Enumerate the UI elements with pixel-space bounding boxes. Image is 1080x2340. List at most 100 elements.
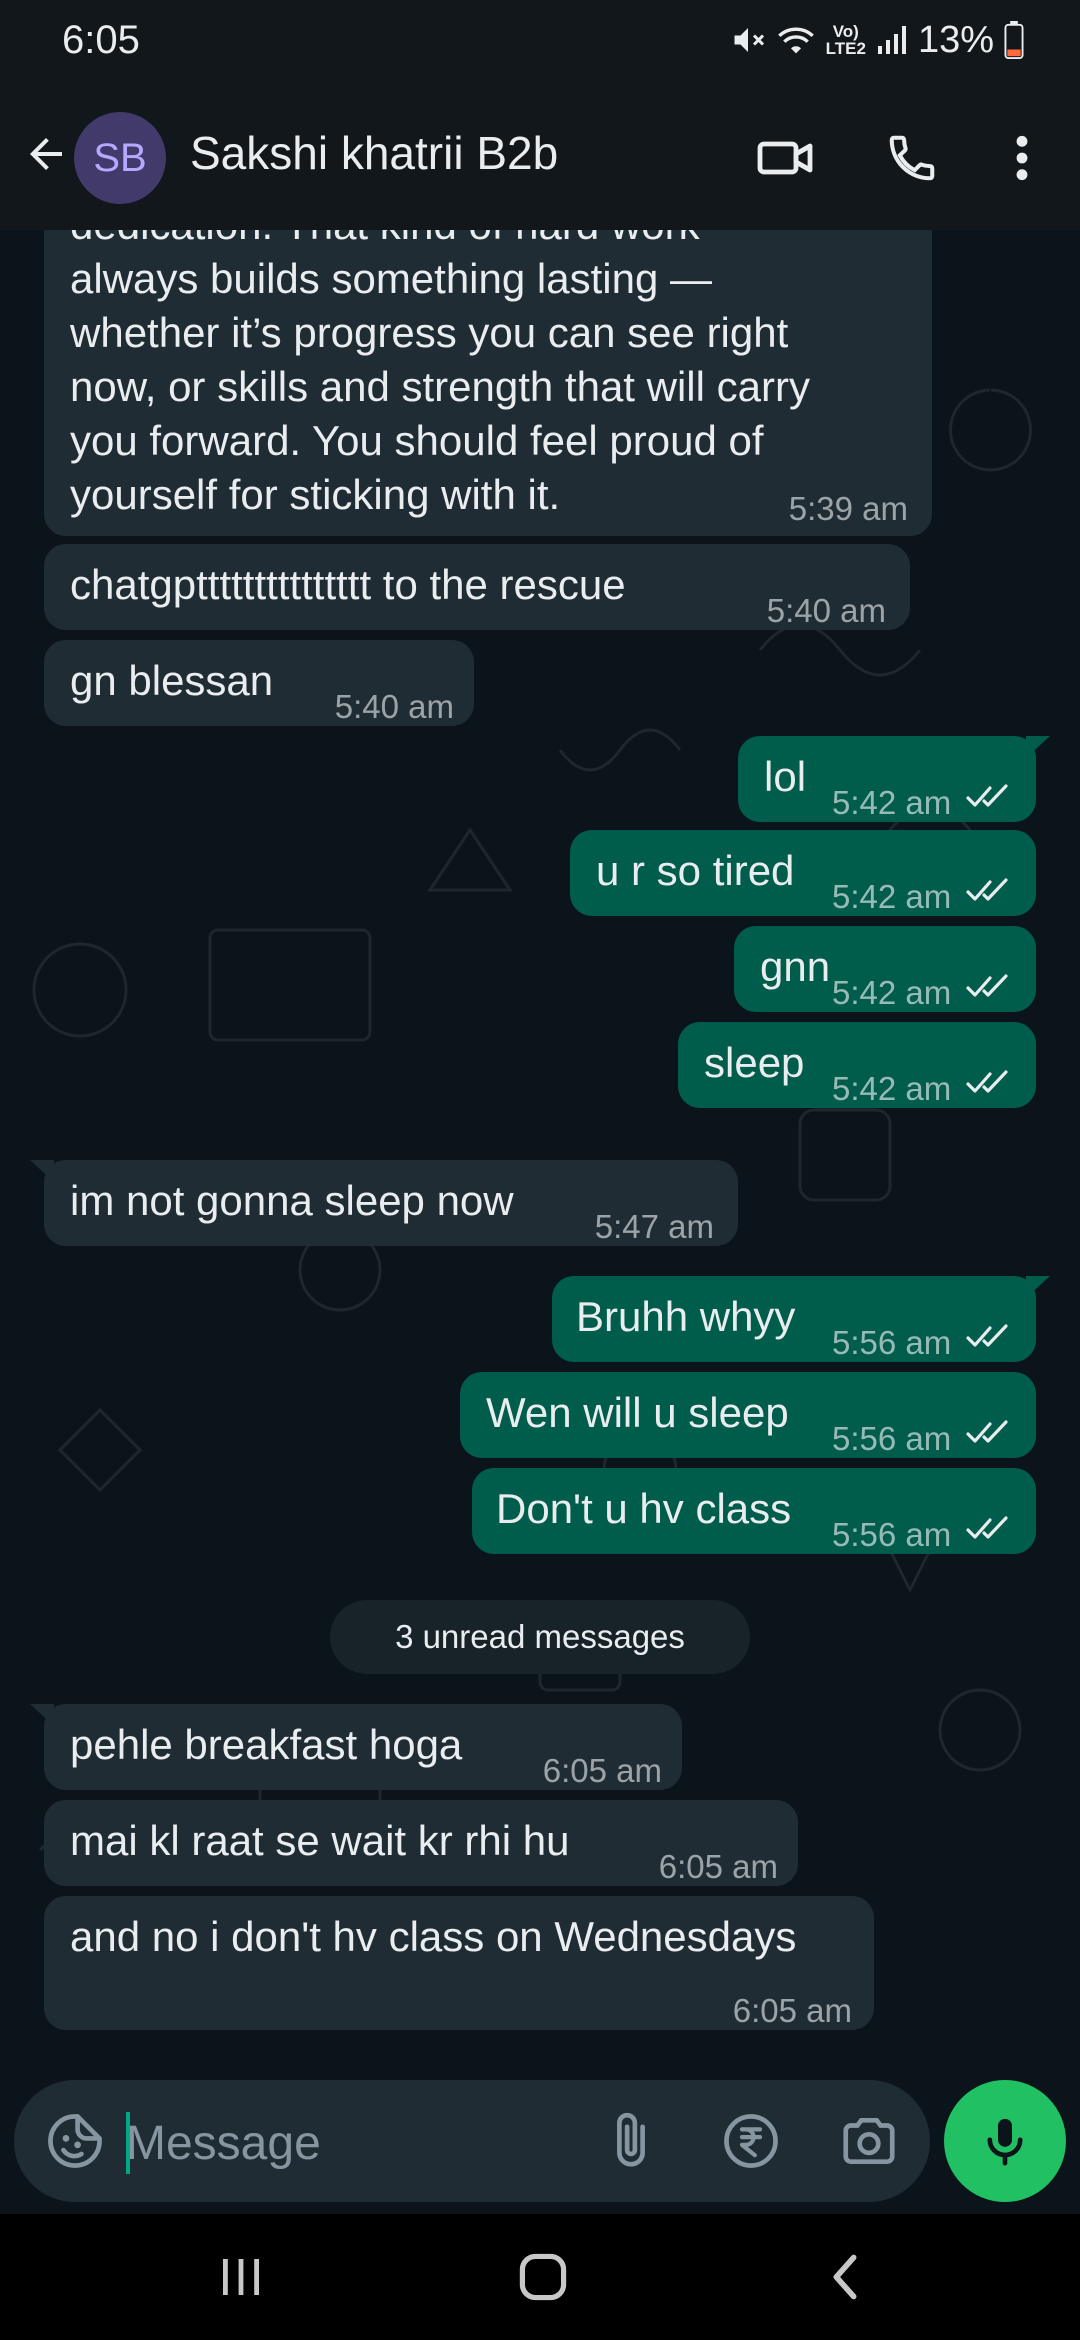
message-text: Don't u hv class [496, 1485, 792, 1532]
more-options-button[interactable] [986, 122, 1058, 194]
camera-icon [843, 2118, 895, 2164]
message-time: 6:05 am [732, 1992, 852, 2029]
message-input[interactable]: Message [126, 2116, 321, 2171]
status-time: 6:05 [62, 18, 140, 62]
bubble-tail [30, 1160, 54, 1182]
mute-icon [734, 28, 764, 52]
message-outgoing[interactable]: u r so tired 5:42 am [570, 830, 1036, 916]
emoji-button[interactable] [44, 2110, 106, 2172]
recent-apps-button[interactable] [196, 2242, 286, 2312]
more-options-icon [1016, 135, 1028, 181]
home-button[interactable] [498, 2242, 588, 2312]
message-incoming[interactable]: chatgpttttttttttttttt to the rescue 5:40… [44, 544, 910, 630]
message-time: 5:40 am [334, 688, 454, 725]
message-text: lol [764, 753, 807, 800]
voice-call-button[interactable] [876, 122, 948, 194]
message-incoming[interactable]: and no i don't hv class on Wednesdays 6:… [44, 1896, 874, 2030]
message-text: gnn [760, 943, 831, 990]
message-text: chatgpttttttttttttttt to the rescue [70, 561, 626, 608]
message-text: mai kl raat se wait kr rhi hu [70, 1817, 570, 1864]
message-time: 5:39 am [788, 490, 908, 527]
message-text-line: yourself for sticking with it. [70, 471, 561, 518]
message-incoming[interactable]: im not gonna sleep now 5:47 am [30, 1160, 738, 1246]
message-time: 5:42 am [832, 878, 952, 915]
home-icon [519, 2253, 567, 2301]
unread-messages-divider: 3 unread messages [330, 1600, 750, 1674]
wifi-icon [777, 27, 814, 54]
whatsapp-chat-screen: 6:05 Vo) LTE2 13% SB Sakshi khatrii B2b … [0, 0, 1080, 2340]
network-type-label: Vo) LTE2 [825, 22, 866, 58]
message-time: 5:56 am [832, 1516, 952, 1553]
emoji-sticker-icon [48, 2114, 102, 2168]
message-text: Wen will u sleep [486, 1389, 789, 1436]
read-receipt-icon [966, 878, 1008, 901]
battery-icon [1004, 21, 1024, 59]
message-outgoing[interactable]: lol 5:42 am [738, 736, 1050, 822]
message-composer: Message [14, 2080, 930, 2202]
contact-avatar[interactable]: SB [74, 112, 166, 204]
signal-icon [877, 26, 906, 54]
message-text: pehle breakfast hoga [70, 1721, 463, 1768]
message-outgoing[interactable]: gnn 5:42 am [734, 926, 1036, 1012]
rupee-payment-icon [724, 2114, 778, 2168]
message-time: 6:05 am [658, 1848, 778, 1885]
back-nav-button[interactable] [800, 2242, 890, 2312]
recent-apps-icon [223, 2259, 259, 2295]
camera-button[interactable] [838, 2110, 900, 2172]
message-incoming[interactable]: mai kl raat se wait kr rhi hu 6:05 am [44, 1800, 798, 1886]
message-outgoing[interactable]: Wen will u sleep 5:56 am [460, 1372, 1036, 1458]
message-time: 5:40 am [766, 592, 886, 629]
read-receipt-icon [966, 1070, 1008, 1093]
message-text-line: always builds something lasting — [70, 255, 712, 302]
mic-icon [987, 2118, 1023, 2166]
chat-header: SB Sakshi khatrii B2b [0, 78, 1080, 230]
battery-percent: 13% [917, 18, 994, 61]
video-call-button[interactable] [750, 122, 822, 194]
message-outgoing[interactable]: Don't u hv class 5:56 am [472, 1468, 1036, 1554]
bubble-tail [30, 1704, 54, 1726]
voice-call-icon [889, 135, 935, 181]
bubble-tail [1026, 736, 1050, 758]
read-receipt-icon [966, 974, 1008, 997]
message-time: 5:47 am [594, 1208, 714, 1245]
back-chevron-icon [833, 2254, 857, 2300]
message-text-line: now, or skills and strength that will ca… [70, 363, 810, 410]
message-incoming[interactable]: pehle breakfast hoga 6:05 am [30, 1704, 682, 1790]
message-outgoing[interactable]: Bruhh whyy 5:56 am [552, 1276, 1050, 1362]
back-arrow-icon [30, 138, 62, 170]
message-text: gn blessan [70, 657, 274, 704]
read-receipt-icon [966, 784, 1008, 807]
attach-icon [617, 2112, 645, 2167]
message-outgoing[interactable]: sleep 5:42 am [678, 1022, 1036, 1108]
video-call-icon [757, 141, 813, 175]
message-text: and no i don't hv class on Wednesdays [70, 1913, 797, 1960]
contact-name[interactable]: Sakshi khatrii B2b [190, 126, 558, 180]
read-receipt-icon [966, 1420, 1008, 1443]
voice-message-button[interactable] [944, 2080, 1066, 2202]
message-text-line: whether it’s progress you can see right [70, 309, 789, 356]
message-time: 5:42 am [832, 974, 952, 1011]
message-text: im not gonna sleep now [70, 1177, 514, 1224]
attach-button[interactable] [600, 2110, 662, 2172]
message-incoming[interactable]: gn blessan 5:40 am [44, 640, 474, 726]
message-time: 5:42 am [832, 1070, 952, 1107]
message-incoming[interactable]: dedication. That kind of hard work alway… [44, 230, 932, 536]
message-time: 6:05 am [542, 1752, 662, 1789]
message-text: u r so tired [596, 847, 795, 894]
bubble-tail [1026, 1276, 1050, 1298]
message-time: 5:56 am [832, 1420, 952, 1457]
message-time: 5:56 am [832, 1324, 952, 1361]
message-time: 5:42 am [832, 784, 952, 821]
message-text: Bruhh whyy [576, 1293, 796, 1340]
message-text-line: dedication. That kind of hard work [70, 230, 700, 251]
back-button[interactable] [14, 122, 78, 186]
read-receipt-icon [966, 1516, 1008, 1539]
read-receipt-icon [966, 1324, 1008, 1347]
payment-button[interactable] [720, 2110, 782, 2172]
message-text: sleep [704, 1039, 805, 1086]
status-bar: 6:05 Vo) LTE2 13% [0, 0, 1080, 78]
status-icons: Vo) LTE2 13% [730, 16, 1024, 64]
system-navigation-bar [0, 2214, 1080, 2340]
message-text-line: you forward. You should feel proud of [70, 417, 764, 464]
chat-messages-area[interactable]: dedication. That kind of hard work alway… [0, 230, 1080, 2080]
